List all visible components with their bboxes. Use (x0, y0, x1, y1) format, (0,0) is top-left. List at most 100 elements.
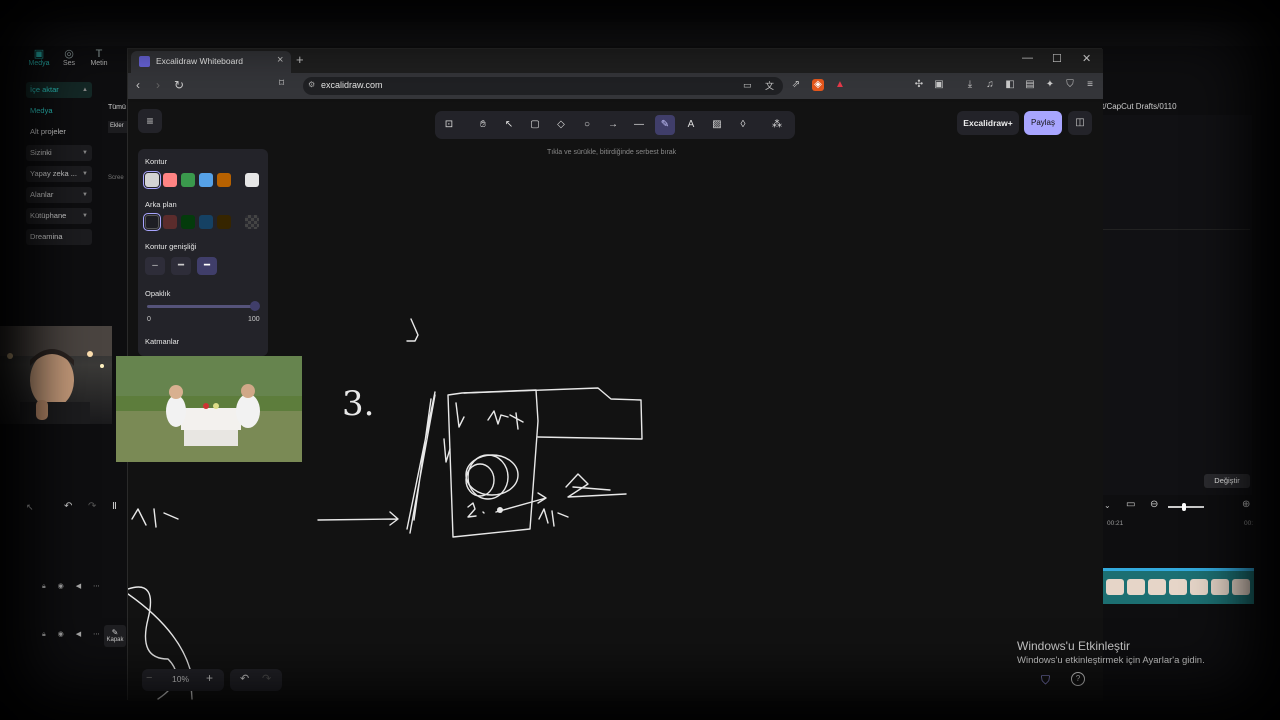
scribble-stroke (406, 318, 419, 342)
audio-icon: ◎ (64, 48, 74, 60)
video-thumbnail[interactable] (116, 356, 302, 462)
undo-icon[interactable]: ↶ (64, 501, 72, 512)
undo-redo-controls: ↶ ↷ (230, 669, 282, 691)
browser-tab[interactable]: Excalidraw Whiteboard × (131, 51, 291, 73)
tab-text[interactable]: T Metin (84, 48, 114, 67)
bookmark-icon[interactable]: ⌑ (279, 78, 284, 89)
video-frame-image (116, 356, 302, 462)
track-controls-1[interactable]: 🔒︎ ◉ ◀ ⋯ (42, 582, 105, 591)
scribble-stroke (565, 473, 627, 498)
media-icon: ▣ (33, 48, 45, 60)
track-controls-2[interactable]: 🔒︎ ◉ ◀ ⋯ (42, 630, 105, 639)
forward-icon[interactable]: › (156, 78, 160, 92)
slash-stroke (406, 391, 436, 534)
shield-icon[interactable]: ⛉ (1041, 673, 1050, 688)
add-label[interactable]: Ekler (108, 121, 128, 133)
brave-shield-icon[interactable]: ◈ (812, 79, 824, 91)
preview-icon[interactable]: ▭ (1126, 499, 1135, 510)
chevron-down-icon[interactable]: ⌄ (1104, 501, 1111, 510)
number-stroke (467, 502, 485, 518)
all-filter-label[interactable]: Tümü (108, 104, 126, 111)
sidebar-item-dreamina[interactable]: Dreamina (26, 229, 92, 245)
tab-media[interactable]: ▣ Medya (24, 48, 54, 67)
capcut-sidebar: İçe aktar ▲ Medya Alt projeler Sizinki ▼ Y… (26, 82, 94, 252)
extensions-icon[interactable]: ✣ (913, 79, 925, 91)
clip-frame (1148, 579, 1166, 595)
windows-activation-subtitle: Windows'u etkinleştirmek için Ayarlar'a … (1017, 655, 1205, 666)
video-clip-filmstrip[interactable] (1102, 568, 1254, 604)
extension-stroke (463, 387, 643, 440)
maximize-icon[interactable]: ☐ (1052, 52, 1062, 65)
chevron-down-icon: ▼ (82, 171, 88, 177)
vpn-icon[interactable]: ⛉ (1064, 79, 1076, 91)
chevron-down-icon: ▼ (82, 213, 88, 219)
undo-icon[interactable]: ↶ (240, 672, 249, 685)
reload-icon[interactable]: ↻ (174, 78, 184, 92)
redo-icon[interactable]: ↷ (262, 672, 271, 685)
zoom-slider-thumb[interactable] (1182, 503, 1186, 511)
zoom-in-icon[interactable]: ⊕ (1242, 499, 1250, 510)
close-tab-icon[interactable]: × (277, 54, 283, 66)
site-settings-icon[interactable]: ⚙ (308, 80, 315, 89)
timeline-time-start: 00:21 (1107, 520, 1124, 527)
zoom-in-button[interactable]: + (206, 671, 213, 685)
wallet-icon[interactable]: ▤ (1024, 79, 1036, 91)
sidebar-item-import[interactable]: İçe aktar ▲ (26, 82, 92, 98)
sidebar-item-ai[interactable]: Yapay zeka ... ▼ (26, 166, 92, 182)
timeline-controls: ↖ ↶ ↷ Ⅱ 🔒︎ ◉ ◀ ⋯ 🔒︎ ◉ ◀ ⋯ (20, 500, 128, 700)
browser-navbar: ‹ › ↻ ⌑ ⚙ excalidraw.com ▭ 文 ⇗ ◈ ▲ ✣ ▣ ⤓… (128, 73, 1103, 99)
zoom-controls: − 10% + (142, 669, 224, 691)
clip-frame (1211, 579, 1229, 595)
cast-icon[interactable]: ▭ (743, 80, 752, 91)
url-text: excalidraw.com (321, 80, 383, 90)
close-window-icon[interactable]: ✕ (1082, 52, 1091, 65)
tab-audio[interactable]: ◎ Ses (54, 48, 84, 67)
capcut-right-panel (1102, 115, 1252, 495)
download-icon[interactable]: ⤓ (964, 79, 976, 91)
chevron-down-icon: ▼ (82, 150, 88, 156)
redo-icon[interactable]: ↷ (88, 501, 96, 512)
tab-title: Excalidraw Whiteboard (156, 56, 243, 66)
zoom-level[interactable]: 10% (172, 674, 189, 684)
new-tab-icon[interactable]: + (296, 52, 304, 67)
text-icon: T (95, 48, 103, 60)
note-stroke (131, 508, 179, 528)
browser-titlebar: Excalidraw Whiteboard × + — ☐ ✕ (128, 49, 1103, 73)
zoom-out-icon[interactable]: ⊖ (1150, 499, 1158, 510)
share-page-icon[interactable]: ⇗ (790, 79, 802, 91)
capcut-top-strip (0, 22, 1280, 46)
address-bar[interactable]: ⚙ excalidraw.com ▭ 文 (303, 77, 783, 95)
dot-stroke (497, 507, 503, 513)
capcut-tabs: ▣ Medya ◎ Ses T Metin (24, 48, 132, 76)
cover-button[interactable]: ✎ Kapak (104, 625, 126, 647)
menu-icon[interactable]: ≡ (1084, 79, 1096, 91)
change-button[interactable]: Değiştir (1204, 474, 1250, 488)
arrow-stroke (495, 492, 547, 513)
music-icon[interactable]: ♫ (984, 79, 996, 91)
translate-icon[interactable]: 文 (765, 79, 774, 92)
help-button[interactable]: ? (1071, 672, 1085, 686)
sidebar-item-library[interactable]: Kütüphane ▼ (26, 208, 92, 224)
sidebar-icon[interactable]: ◧ (1004, 79, 1016, 91)
back-icon[interactable]: ‹ (136, 78, 140, 92)
draft-path: t/CapCut Drafts/0110 (1102, 102, 1177, 111)
note-stroke (538, 508, 569, 527)
zoom-out-button[interactable]: − (146, 672, 152, 684)
brave-rewards-icon[interactable]: ▲ (834, 79, 846, 91)
cursor-icon[interactable]: ↖ (26, 502, 34, 513)
sidebar-item-subprojects[interactable]: Alt projeler (26, 124, 92, 140)
sidebar-item-spaces[interactable]: Alanlar ▼ (26, 187, 92, 203)
zoom-slider[interactable] (1168, 506, 1204, 508)
excalidraw-favicon-icon (139, 56, 150, 67)
timeline-time-end: 00: (1244, 520, 1254, 527)
clip-frame (1232, 579, 1250, 595)
sidebar-item-media[interactable]: Medya (26, 103, 92, 119)
sidebar-item-yours[interactable]: Sizinki ▼ (26, 145, 92, 161)
screen-label: Scree (108, 175, 124, 181)
split-icon[interactable]: Ⅱ (112, 501, 117, 512)
screenshot-icon[interactable]: ▣ (933, 79, 945, 91)
ai-icon[interactable]: ✦ (1044, 79, 1056, 91)
minimize-icon[interactable]: — (1022, 52, 1033, 64)
timeline-toolbar: ⌄ ▭ ⊖ ⊕ (1102, 498, 1258, 516)
divider (1102, 229, 1250, 230)
